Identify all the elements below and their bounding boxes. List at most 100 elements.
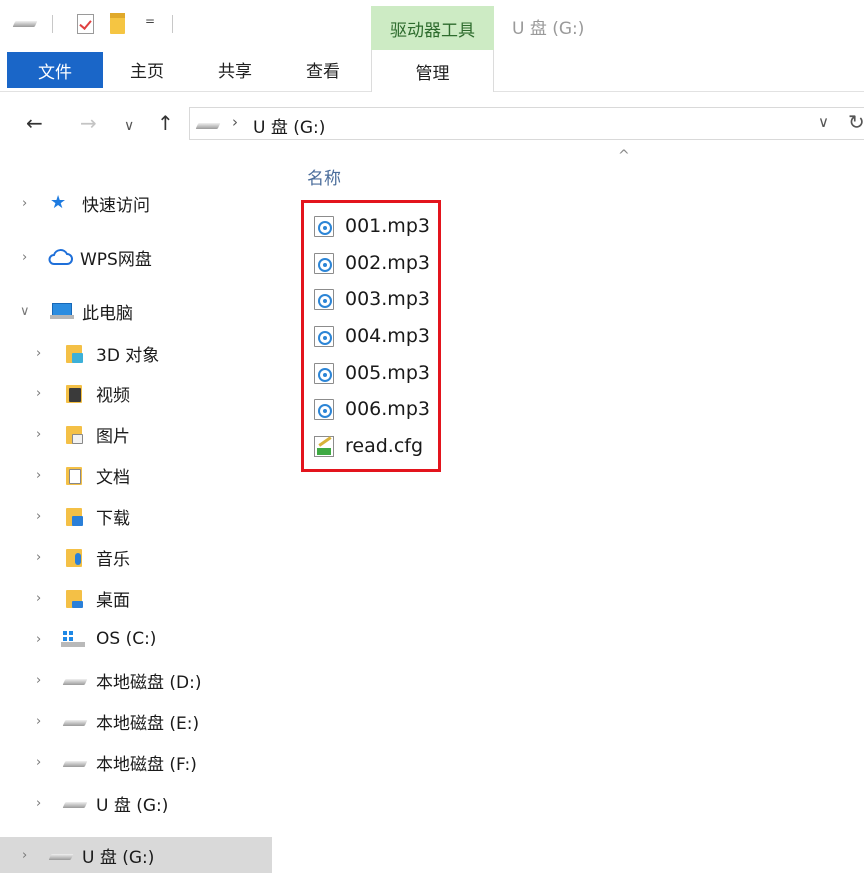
nav-item-label: 桌面 <box>96 590 130 611</box>
3d-objects-folder-icon <box>66 343 84 363</box>
quick-access-dropdown-icon[interactable]: = <box>145 14 155 28</box>
nav-item-label: 音乐 <box>96 549 130 570</box>
navigation-pane: › ★ 快速访问 › WPS网盘 ∨ 此电脑 › 3D 对象 › 视频 › 图片… <box>0 154 272 873</box>
config-file-icon <box>314 436 334 457</box>
tab-view[interactable]: 查看 <box>283 50 363 88</box>
nav-item-downloads[interactable]: › 下载 <box>0 498 272 534</box>
expand-arrow-icon[interactable]: › <box>36 509 41 524</box>
nav-item-desktop[interactable]: › 桌面 <box>0 580 272 616</box>
nav-item-pictures[interactable]: › 图片 <box>0 416 272 452</box>
audio-file-icon <box>314 326 334 347</box>
pictures-folder-icon <box>66 424 84 444</box>
expand-arrow-icon[interactable]: › <box>36 468 41 483</box>
file-name[interactable]: 003.mp3 <box>345 288 430 310</box>
nav-item-local-disk-f[interactable]: › 本地磁盘 (F:) <box>0 744 272 780</box>
expand-arrow-icon[interactable]: › <box>36 591 41 606</box>
nav-item-label: 本地磁盘 (D:) <box>96 672 202 693</box>
expand-arrow-icon[interactable]: › <box>36 714 41 729</box>
nav-item-music[interactable]: › 音乐 <box>0 539 272 575</box>
new-folder-icon[interactable] <box>110 13 125 34</box>
usb-drive-icon <box>64 799 88 809</box>
file-name[interactable]: 001.mp3 <box>345 215 430 237</box>
nav-item-label: 视频 <box>96 385 130 406</box>
nav-item-quick-access[interactable]: › ★ 快速访问 <box>0 185 272 221</box>
properties-check-icon[interactable] <box>77 14 94 34</box>
nav-item-usb-g[interactable]: › U 盘 (G:) <box>0 785 272 821</box>
recent-locations-chevron-icon[interactable]: ∨ <box>124 113 134 139</box>
usb-drive-icon <box>50 851 74 861</box>
forward-arrow-icon[interactable]: → <box>80 110 97 136</box>
nav-item-local-disk-e[interactable]: › 本地磁盘 (E:) <box>0 703 272 739</box>
expand-arrow-icon[interactable]: › <box>36 673 41 688</box>
expand-arrow-icon[interactable]: › <box>22 196 27 211</box>
expand-arrow-icon[interactable]: › <box>36 755 41 770</box>
nav-item-wps-cloud[interactable]: › WPS网盘 <box>0 239 272 275</box>
nav-item-3d-objects[interactable]: › 3D 对象 <box>0 335 272 371</box>
file-name[interactable]: 006.mp3 <box>345 398 430 420</box>
breadcrumb-chevron-icon[interactable]: › <box>232 113 238 131</box>
audio-file-icon <box>314 253 334 274</box>
toolbar-separator <box>172 15 173 33</box>
nav-item-label: OS (C:) <box>96 629 157 649</box>
breadcrumb-current[interactable]: U 盘 (G:) <box>253 113 325 138</box>
expand-arrow-icon[interactable]: › <box>22 250 27 265</box>
tab-home[interactable]: 主页 <box>107 50 187 88</box>
nav-item-label: 快速访问 <box>82 195 150 216</box>
nav-item-videos[interactable]: › 视频 <box>0 375 272 411</box>
expand-arrow-icon[interactable]: › <box>36 346 41 361</box>
column-header-name[interactable]: 名称 <box>307 164 341 189</box>
tab-share[interactable]: 共享 <box>195 50 275 88</box>
file-name[interactable]: 005.mp3 <box>345 362 430 384</box>
sort-ascending-icon: ^ <box>618 148 630 164</box>
collapse-arrow-icon[interactable]: ∨ <box>20 304 30 319</box>
title-bar: = 驱动器工具 U 盘 (G:) <box>0 0 864 50</box>
nav-item-label: 本地磁盘 (F:) <box>96 754 197 775</box>
ribbon-tab-bar: 文件 主页 共享 查看 管理 <box>0 50 864 92</box>
os-drive-icon <box>61 630 85 648</box>
nav-item-label: WPS网盘 <box>80 249 152 270</box>
address-row: ← → ∨ ↑ › U 盘 (G:) ∨ ↻ <box>0 92 864 154</box>
tab-file[interactable]: 文件 <box>7 52 103 88</box>
nav-item-label: 下载 <box>96 508 130 529</box>
local-disk-icon <box>64 676 88 686</box>
expand-arrow-icon[interactable]: › <box>36 632 41 647</box>
expand-arrow-icon[interactable]: › <box>22 848 27 863</box>
expand-arrow-icon[interactable]: › <box>36 427 41 442</box>
expand-arrow-icon[interactable]: › <box>36 796 41 811</box>
nav-item-local-disk-d[interactable]: › 本地磁盘 (D:) <box>0 662 272 698</box>
address-bar[interactable]: › U 盘 (G:) ∨ ↻ <box>189 107 864 140</box>
usb-drive-icon <box>197 120 221 130</box>
nav-item-os-c[interactable]: › OS (C:) <box>0 621 272 657</box>
window-title: U 盘 (G:) <box>512 19 585 39</box>
expand-arrow-icon[interactable]: › <box>36 550 41 565</box>
address-dropdown-icon[interactable]: ∨ <box>818 113 829 131</box>
back-arrow-icon[interactable]: ← <box>26 110 43 136</box>
music-folder-icon <box>66 547 84 567</box>
nav-item-documents[interactable]: › 文档 <box>0 457 272 493</box>
drive-tools-context-header: 驱动器工具 <box>371 6 494 50</box>
nav-item-this-pc[interactable]: ∨ 此电脑 <box>0 293 272 329</box>
nav-item-usb-g-root[interactable]: › U 盘 (G:) <box>0 837 272 873</box>
file-name[interactable]: read.cfg <box>345 435 423 457</box>
up-arrow-icon[interactable]: ↑ <box>157 110 174 136</box>
nav-item-label: 文档 <box>96 467 130 488</box>
nav-item-label: 本地磁盘 (E:) <box>96 713 200 734</box>
local-disk-icon <box>64 717 88 727</box>
audio-file-icon <box>314 399 334 420</box>
audio-file-icon <box>314 216 334 237</box>
nav-item-label: 此电脑 <box>82 303 133 324</box>
nav-item-label: 图片 <box>96 426 130 447</box>
nav-item-label: U 盘 (G:) <box>82 847 155 868</box>
toolbar-separator <box>52 15 53 33</box>
expand-arrow-icon[interactable]: › <box>36 386 41 401</box>
audio-file-icon <box>314 289 334 310</box>
file-name[interactable]: 002.mp3 <box>345 252 430 274</box>
tab-manage[interactable]: 管理 <box>371 50 494 92</box>
local-disk-icon <box>64 758 88 768</box>
refresh-icon[interactable]: ↻ <box>848 110 864 134</box>
file-name[interactable]: 004.mp3 <box>345 325 430 347</box>
documents-folder-icon <box>66 465 84 485</box>
nav-item-label: 3D 对象 <box>96 345 160 366</box>
audio-file-icon <box>314 363 334 384</box>
desktop-folder-icon <box>66 588 84 608</box>
